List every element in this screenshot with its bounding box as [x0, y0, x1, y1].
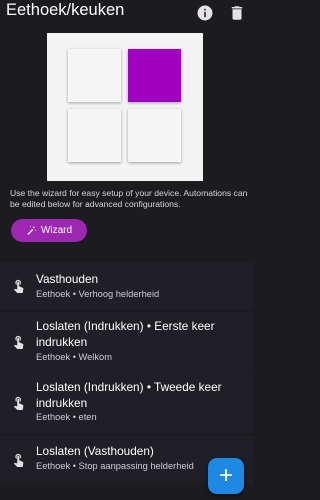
automation-item[interactable]: Vasthouden Eethoek • Verhoog helderheid	[0, 262, 253, 310]
wizard-button[interactable]: Wizard	[11, 219, 87, 242]
magic-wand-icon	[27, 225, 37, 235]
automation-detail: Eethoek • Stop aanpassing helderheid	[36, 461, 194, 471]
touch-icon	[13, 335, 24, 349]
automation-detail: Eethoek • Welkom	[36, 352, 112, 362]
add-automation-button[interactable]: +	[208, 458, 244, 494]
automation-item[interactable]: Loslaten (Indrukken) • Eerste keer indru…	[0, 312, 253, 372]
button-tile-bottom-right[interactable]	[128, 109, 181, 162]
trash-icon[interactable]	[228, 4, 246, 22]
automation-item[interactable]: Loslaten (Indrukken) • Tweede keer indru…	[0, 373, 253, 433]
touch-icon	[13, 453, 24, 467]
button-tile-bottom-left[interactable]	[68, 109, 121, 162]
automation-name: Loslaten (Indrukken) • Tweede keer indru…	[36, 380, 222, 410]
touch-icon	[13, 396, 24, 410]
button-tile-top-left[interactable]	[68, 49, 121, 102]
automation-name: Loslaten (Indrukken) • Eerste keer indru…	[36, 319, 215, 349]
automation-name: Loslaten (Vasthouden)	[36, 444, 154, 458]
device-preview	[47, 33, 203, 181]
touch-icon	[13, 279, 24, 293]
button-tile-top-right[interactable]	[128, 49, 181, 102]
automation-detail: Eethoek • eten	[36, 412, 97, 422]
wizard-button-label: Wizard	[40, 225, 73, 236]
automation-name: Vasthouden	[36, 272, 99, 286]
top-bar: Eethoek/keuken	[0, 0, 253, 28]
page-title: Eethoek/keuken	[6, 1, 125, 19]
plus-icon: +	[218, 462, 233, 489]
automation-detail: Eethoek • Verhoog helderheid	[36, 289, 160, 299]
wizard-description: Use the wizard for easy setup of your de…	[10, 188, 248, 209]
info-icon[interactable]	[196, 4, 214, 22]
